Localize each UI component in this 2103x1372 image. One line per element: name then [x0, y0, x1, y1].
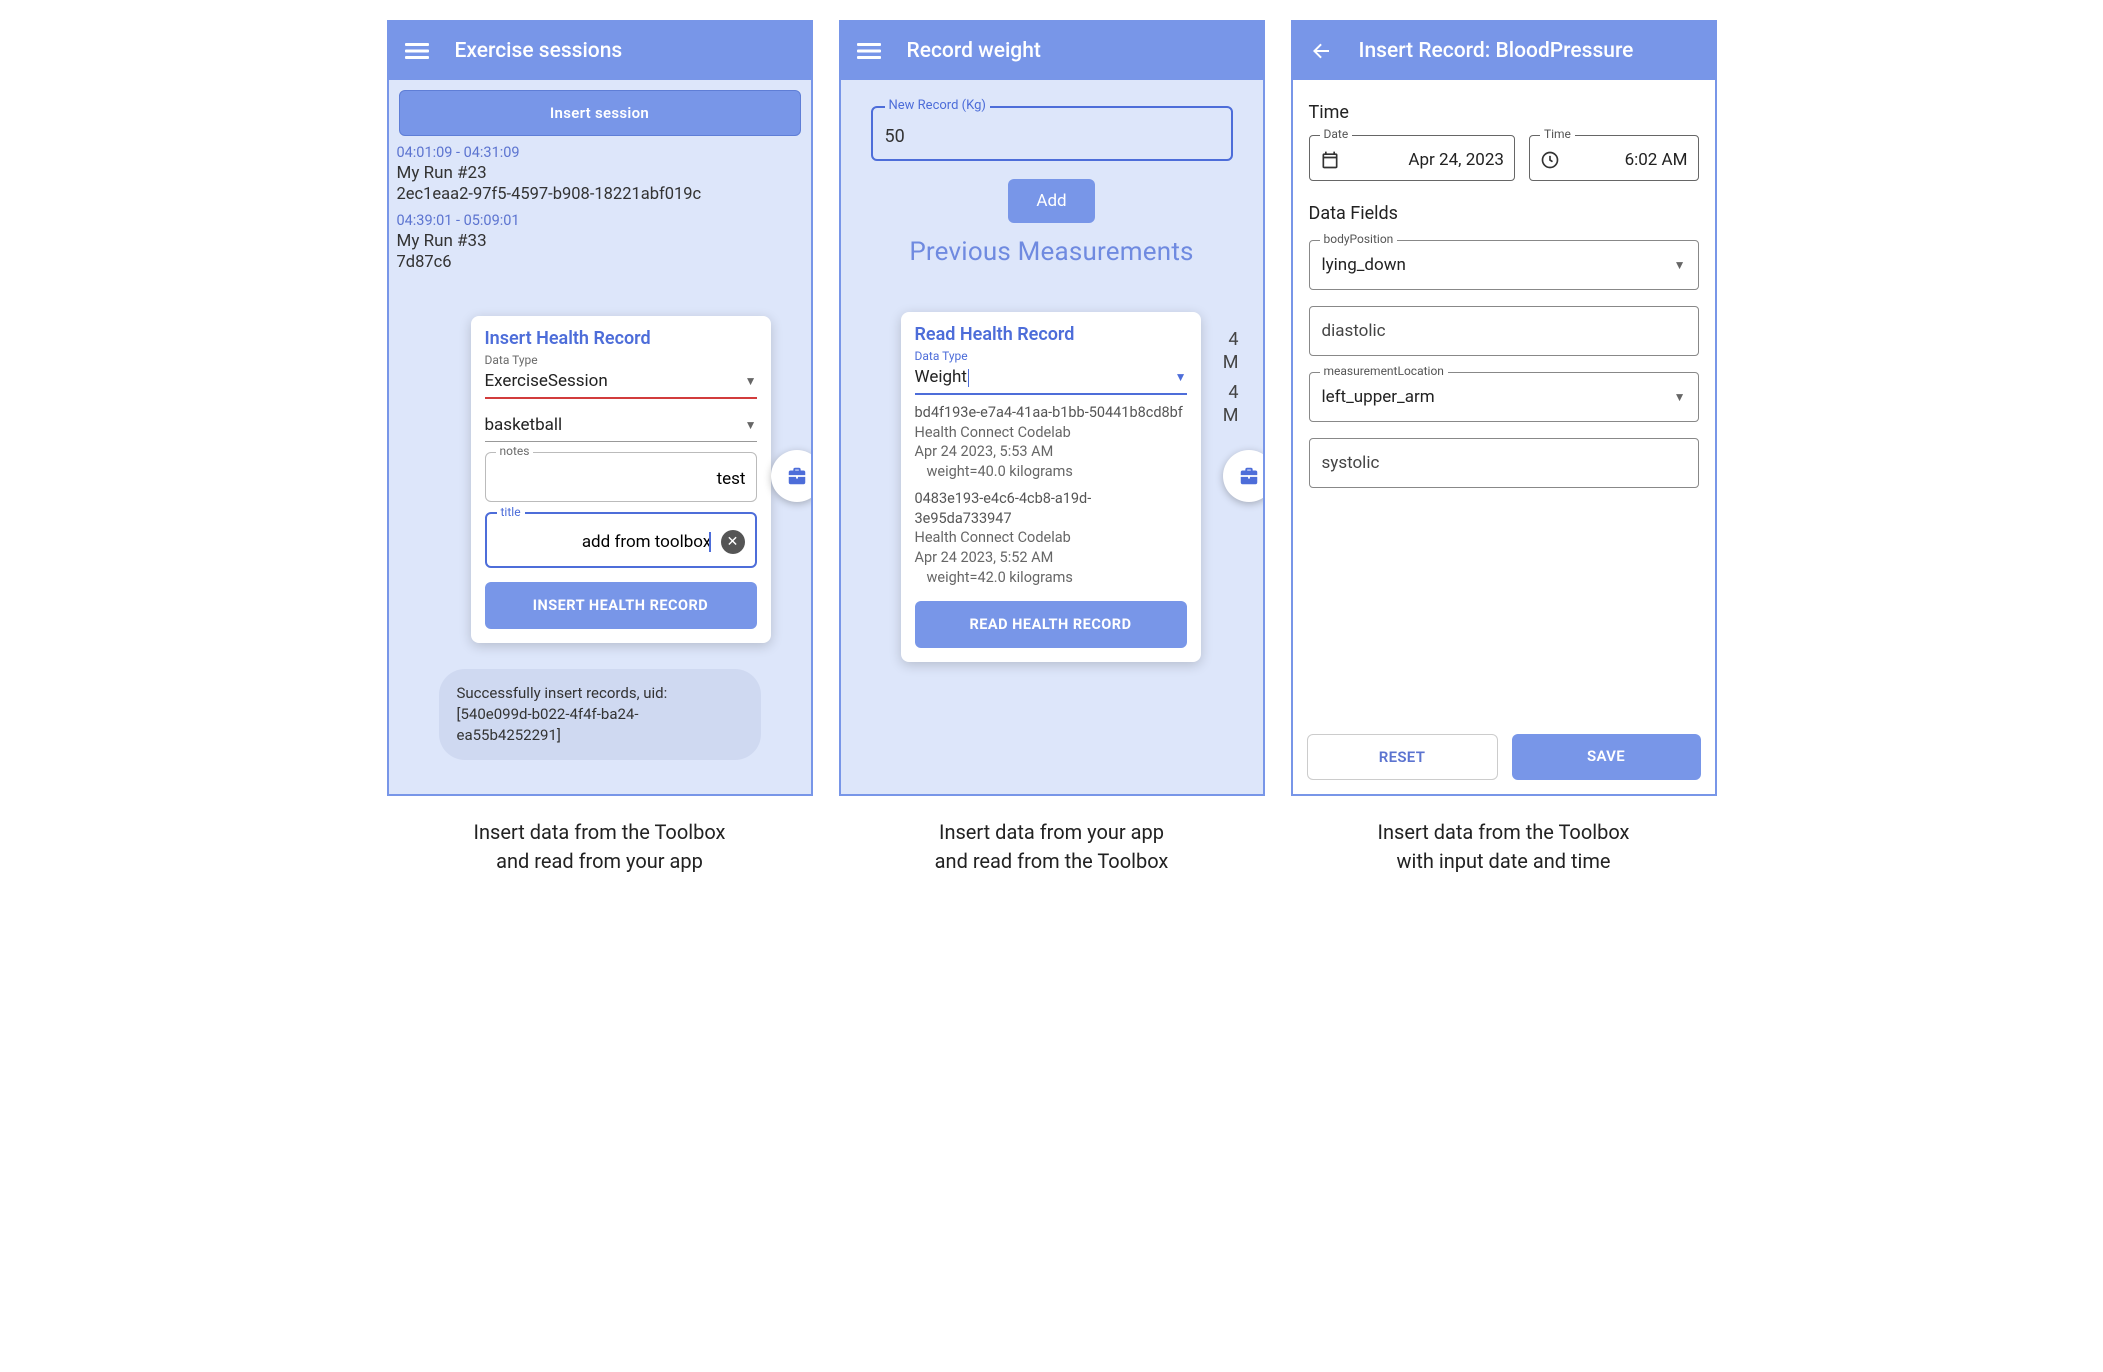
- time-value: 6:02 AM: [1570, 150, 1688, 170]
- read-health-record-button[interactable]: READ HEALTH RECORD: [915, 601, 1187, 648]
- field-placeholder: diastolic: [1322, 321, 1386, 341]
- toolbox-fab[interactable]: [771, 450, 811, 502]
- chevron-down-icon: ▼: [1674, 390, 1686, 404]
- diastolic-field[interactable]: diastolic: [1309, 306, 1699, 356]
- data-type-select[interactable]: ExerciseSession ▼: [485, 367, 757, 399]
- title-input[interactable]: [497, 532, 712, 552]
- clear-icon[interactable]: ✕: [721, 530, 745, 554]
- save-button[interactable]: SAVE: [1512, 734, 1701, 780]
- card-title: Insert Health Record: [485, 328, 757, 349]
- new-record-field[interactable]: New Record (Kg) 50: [871, 106, 1233, 161]
- field-legend: measurementLocation: [1320, 364, 1448, 378]
- field-label: Data Type: [915, 349, 1187, 363]
- chevron-down-icon: ▼: [745, 374, 757, 388]
- appbar: Record weight: [841, 22, 1263, 80]
- date-picker[interactable]: Date Apr 24, 2023: [1309, 135, 1515, 181]
- toolbox-fab[interactable]: [1223, 450, 1263, 502]
- appbar-title: Exercise sessions: [455, 39, 623, 63]
- field-legend: Time: [1540, 127, 1575, 141]
- partial-measurement-text: 4 M 4 M: [1223, 328, 1239, 428]
- briefcase-icon: [786, 465, 808, 487]
- text-cursor: [709, 532, 710, 552]
- phone-insert-bloodpressure: Insert Record: BloodPressure Time Date A…: [1291, 20, 1717, 796]
- reset-button[interactable]: RESET: [1307, 734, 1498, 780]
- session-uuid: 7d87c6: [397, 253, 803, 272]
- card-title: Read Health Record: [915, 324, 1187, 345]
- section-header: Data Fields: [1309, 203, 1699, 224]
- field-placeholder: systolic: [1322, 453, 1380, 473]
- menu-icon[interactable]: [857, 39, 881, 63]
- chevron-down-icon: ▼: [1175, 370, 1187, 384]
- title-field[interactable]: title ✕: [485, 512, 757, 568]
- weight-record-item: 0483e193-e4c6-4cb8-a19d-3e95da733947 Hea…: [915, 489, 1187, 587]
- insert-health-record-button[interactable]: INSERT HEALTH RECORD: [485, 582, 757, 629]
- body-position-select[interactable]: bodyPosition lying_down ▼: [1309, 240, 1699, 290]
- notes-field[interactable]: notes: [485, 452, 757, 502]
- weight-record-item: bd4f193e-e7a4-41aa-b1bb-50441b8cd8bf Hea…: [915, 403, 1187, 481]
- select-value: ExerciseSession: [485, 371, 608, 391]
- phone-record-weight: Record weight New Record (Kg) 50 Add Pre…: [839, 20, 1265, 796]
- toast-message: Successfully insert records, uid: [540e0…: [439, 669, 761, 760]
- select-value: left_upper_arm: [1322, 387, 1435, 407]
- briefcase-icon: [1238, 465, 1260, 487]
- session-name: My Run #23: [397, 163, 803, 183]
- chevron-down-icon: ▼: [1674, 258, 1686, 272]
- insert-health-record-card: Insert Health Record Data Type ExerciseS…: [471, 316, 771, 643]
- session-timestamp: 04:39:01 - 05:09:01: [397, 212, 803, 229]
- section-header: Time: [1309, 102, 1699, 123]
- calendar-icon: [1320, 150, 1340, 170]
- field-label: Data Type: [485, 353, 757, 367]
- previous-measurements-header: Previous Measurements: [871, 237, 1233, 267]
- select-value: lying_down: [1322, 255, 1406, 275]
- insert-session-button[interactable]: Insert session: [399, 90, 801, 136]
- exercise-type-select[interactable]: basketball ▼: [485, 411, 757, 442]
- time-picker[interactable]: Time 6:02 AM: [1529, 135, 1699, 181]
- figure-caption: Insert data from your app and read from …: [935, 818, 1169, 876]
- menu-icon[interactable]: [405, 39, 429, 63]
- select-value: basketball: [485, 415, 563, 435]
- field-legend: title: [497, 505, 525, 519]
- notes-input[interactable]: [496, 469, 746, 489]
- appbar-title: Insert Record: BloodPressure: [1359, 39, 1634, 63]
- read-health-record-card: Read Health Record Data Type Weight ▼ bd…: [901, 312, 1201, 662]
- field-legend: bodyPosition: [1320, 232, 1398, 246]
- appbar: Exercise sessions: [389, 22, 811, 80]
- toast-line: [540e099d-b022-4f4f-ba24-ea55b4252291]: [457, 704, 743, 746]
- measurement-location-select[interactable]: measurementLocation left_upper_arm ▼: [1309, 372, 1699, 422]
- field-legend: Date: [1320, 127, 1353, 141]
- select-value: Weight: [915, 367, 970, 387]
- systolic-field[interactable]: systolic: [1309, 438, 1699, 488]
- data-type-select[interactable]: Weight ▼: [915, 363, 1187, 395]
- appbar: Insert Record: BloodPressure: [1293, 22, 1715, 80]
- session-entry[interactable]: 04:01:09 - 04:31:09 My Run #23 2ec1eaa2-…: [397, 144, 803, 204]
- add-button[interactable]: Add: [1008, 179, 1094, 223]
- appbar-title: Record weight: [907, 39, 1041, 63]
- date-value: Apr 24, 2023: [1350, 150, 1504, 170]
- phone-exercise-sessions: Exercise sessions Insert session 04:01:0…: [387, 20, 813, 796]
- session-name: My Run #33: [397, 231, 803, 251]
- field-legend: notes: [496, 444, 534, 458]
- field-legend: New Record (Kg): [885, 98, 990, 113]
- chevron-down-icon: ▼: [745, 418, 757, 432]
- clock-icon: [1540, 150, 1560, 170]
- session-timestamp: 04:01:09 - 04:31:09: [397, 144, 803, 161]
- session-uuid: 2ec1eaa2-97f5-4597-b908-18221abf019c: [397, 185, 803, 204]
- figure-caption: Insert data from the Toolbox with input …: [1378, 818, 1630, 876]
- session-entry[interactable]: 04:39:01 - 05:09:01 My Run #33 7d87c6: [397, 212, 803, 272]
- back-arrow-icon[interactable]: [1309, 39, 1333, 63]
- figure-caption: Insert data from the Toolbox and read fr…: [474, 818, 726, 876]
- toast-line: Successfully insert records, uid:: [457, 683, 743, 704]
- new-record-value: 50: [885, 126, 905, 147]
